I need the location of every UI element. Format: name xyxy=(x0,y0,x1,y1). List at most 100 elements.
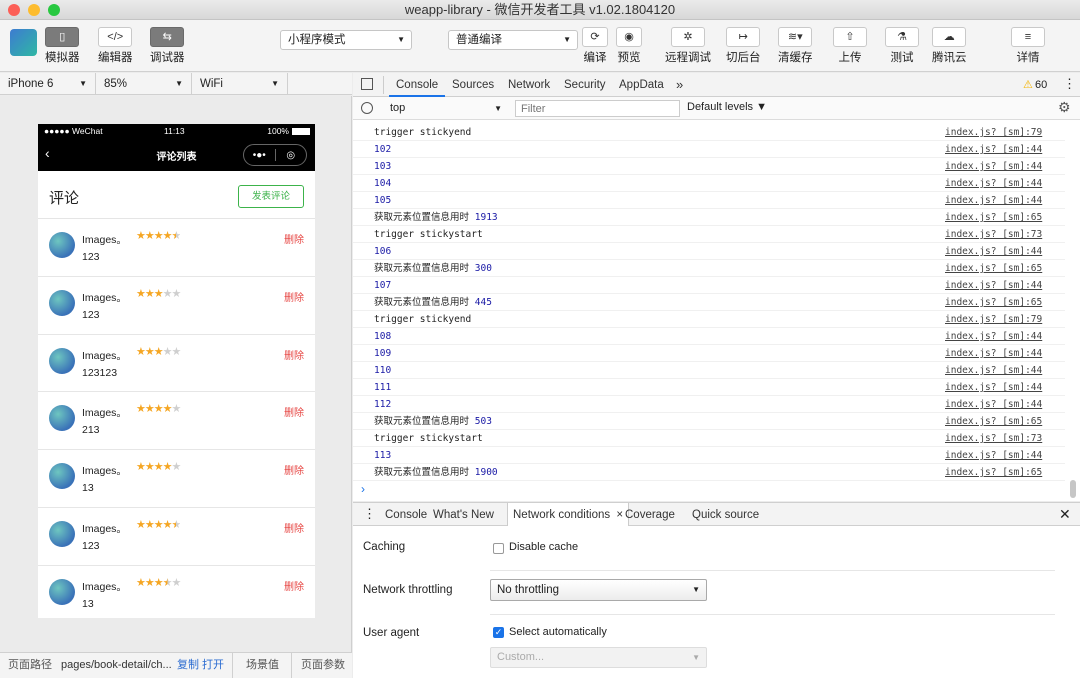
select-automatically-checkbox[interactable]: ✓ xyxy=(493,627,504,638)
log-levels-select[interactable]: Default levels ▼ xyxy=(687,101,767,113)
console-scrollbar[interactable] xyxy=(1070,480,1076,498)
star-icon: ★ xyxy=(136,345,146,358)
star-icon: ★ xyxy=(171,345,182,358)
context-select[interactable]: top ▼ xyxy=(383,100,508,117)
disable-cache-checkbox[interactable] xyxy=(493,543,504,554)
avatar[interactable] xyxy=(49,463,75,490)
log-source-link[interactable]: index.js? [sm]:65 xyxy=(945,464,1042,481)
log-source-link[interactable]: index.js? [sm]:65 xyxy=(945,260,1042,277)
copy-path-link[interactable]: 复制 xyxy=(177,653,199,678)
user-agent-label: User agent xyxy=(363,627,420,639)
log-source-link[interactable]: index.js? [sm]:44 xyxy=(945,243,1042,260)
avatar[interactable] xyxy=(49,520,75,547)
log-source-link[interactable]: index.js? [sm]:44 xyxy=(945,362,1042,379)
delete-comment-button[interactable]: 删除 xyxy=(284,347,304,362)
comment-text: 13 xyxy=(82,482,94,495)
remote-debug-button[interactable]: ✲ 远程调试 xyxy=(665,27,711,65)
drawer-tab-console[interactable]: Console xyxy=(385,503,427,527)
compile-mode-select[interactable]: 普通编译 ▼ xyxy=(448,30,578,50)
avatar[interactable] xyxy=(49,405,75,432)
simulator-button[interactable]: ▯ 模拟器 xyxy=(45,27,80,65)
log-source-link[interactable]: index.js? [sm]:65 xyxy=(945,294,1042,311)
log-message: trigger stickyend xyxy=(374,127,472,138)
log-source-link[interactable]: index.js? [sm]:65 xyxy=(945,413,1042,430)
close-mini-program-icon[interactable]: ◎ xyxy=(276,150,307,161)
zoom-select[interactable]: 85% ▼ xyxy=(96,73,192,95)
log-source-link[interactable]: index.js? [sm]:44 xyxy=(945,141,1042,158)
details-button[interactable]: ≡ 详情 xyxy=(1011,27,1045,65)
log-source-link[interactable]: index.js? [sm]:79 xyxy=(945,124,1042,141)
clear-console-icon[interactable] xyxy=(361,102,373,114)
close-window-button[interactable] xyxy=(8,4,20,16)
avatar[interactable] xyxy=(49,347,75,374)
drawer-tab-network-conditions[interactable]: Network conditions × xyxy=(507,503,630,527)
kebab-menu-icon[interactable]: ⋮ xyxy=(1063,76,1076,92)
delete-comment-button[interactable]: 删除 xyxy=(284,231,304,246)
log-message: 103 xyxy=(374,161,392,172)
mode-select[interactable]: 小程序模式 ▼ xyxy=(280,30,412,50)
zoom-window-button[interactable] xyxy=(48,4,60,16)
log-source-link[interactable]: index.js? [sm]:44 xyxy=(945,396,1042,413)
delete-comment-button[interactable]: 删除 xyxy=(284,462,304,477)
drawer-tab-quick-source[interactable]: Quick source xyxy=(692,503,759,527)
debugger-button[interactable]: ⇆ 调试器 xyxy=(150,27,185,65)
more-icon[interactable]: •●• xyxy=(244,150,275,161)
delete-comment-button[interactable]: 删除 xyxy=(284,520,304,535)
star-icon: ★ xyxy=(144,287,155,300)
log-source-link[interactable]: index.js? [sm]:44 xyxy=(945,328,1042,345)
user-avatar[interactable] xyxy=(10,29,37,56)
test-button[interactable]: ⚗ 测试 xyxy=(885,27,919,65)
scene-value-button[interactable]: 场景值 xyxy=(246,653,279,678)
log-source-link[interactable]: index.js? [sm]:65 xyxy=(945,209,1042,226)
preview-button[interactable]: ◉ 预览 xyxy=(616,27,642,65)
console-filter-input[interactable] xyxy=(515,100,680,117)
more-tabs-button[interactable]: » xyxy=(676,73,683,97)
post-comment-button[interactable]: 发表评论 xyxy=(238,185,304,208)
log-source-link[interactable]: index.js? [sm]:44 xyxy=(945,447,1042,464)
drawer-menu-icon[interactable]: ⋮ xyxy=(363,506,376,522)
drawer-tab-whats-new[interactable]: What's New xyxy=(433,503,494,527)
log-source-link[interactable]: index.js? [sm]:73 xyxy=(945,226,1042,243)
tab-sources[interactable]: Sources xyxy=(452,73,494,97)
delete-comment-button[interactable]: 删除 xyxy=(284,578,304,593)
tencent-cloud-button[interactable]: ☁ 腾讯云 xyxy=(932,27,967,65)
warning-count[interactable]: 60 xyxy=(1035,79,1047,91)
throttling-select[interactable]: No throttling ▼ xyxy=(490,579,707,601)
network-select[interactable]: WiFi ▼ xyxy=(192,73,288,95)
drawer-tab-coverage[interactable]: Coverage xyxy=(625,503,675,527)
comment-author: Images。 xyxy=(82,291,127,304)
device-select[interactable]: iPhone 6 ▼ xyxy=(0,73,96,95)
log-source-link[interactable]: index.js? [sm]:44 xyxy=(945,158,1042,175)
log-source-link[interactable]: index.js? [sm]:73 xyxy=(945,430,1042,447)
avatar[interactable] xyxy=(49,578,75,605)
log-source-link[interactable]: index.js? [sm]:44 xyxy=(945,192,1042,209)
log-source-link[interactable]: index.js? [sm]:44 xyxy=(945,345,1042,362)
menu-icon: ≡ xyxy=(1011,27,1045,47)
avatar[interactable] xyxy=(49,232,75,258)
open-path-link[interactable]: 打开 xyxy=(202,653,224,678)
delete-comment-button[interactable]: 删除 xyxy=(284,404,304,419)
log-source-link[interactable]: index.js? [sm]:79 xyxy=(945,311,1042,328)
delete-comment-button[interactable]: 删除 xyxy=(284,289,304,304)
upload-button[interactable]: ⇧ 上传 xyxy=(833,27,867,65)
tab-security[interactable]: Security xyxy=(564,73,606,97)
log-source-link[interactable]: index.js? [sm]:44 xyxy=(945,175,1042,192)
refresh-icon: ⟳ xyxy=(582,27,608,47)
console-prompt[interactable]: › xyxy=(361,482,365,496)
avatar[interactable] xyxy=(49,289,75,316)
close-tab-icon[interactable]: × xyxy=(616,509,623,521)
page-params-button[interactable]: 页面参数 xyxy=(301,653,345,678)
background-button[interactable]: ↦ 切后台 xyxy=(726,27,761,65)
clear-cache-button[interactable]: ≋▾ 清缓存 xyxy=(778,27,813,65)
log-source-link[interactable]: index.js? [sm]:44 xyxy=(945,277,1042,294)
tab-network[interactable]: Network xyxy=(508,73,550,97)
compile-button[interactable]: ⟳ 编译 xyxy=(582,27,608,65)
inspect-icon[interactable] xyxy=(361,78,373,90)
tab-console[interactable]: Console xyxy=(389,73,446,97)
minimize-window-button[interactable] xyxy=(28,4,40,16)
gear-icon[interactable]: ⚙ xyxy=(1058,99,1071,116)
editor-button[interactable]: </> 编辑器 xyxy=(98,27,133,65)
log-source-link[interactable]: index.js? [sm]:44 xyxy=(945,379,1042,396)
tab-appdata[interactable]: AppData xyxy=(619,73,664,97)
close-drawer-icon[interactable]: ✕ xyxy=(1059,506,1071,523)
